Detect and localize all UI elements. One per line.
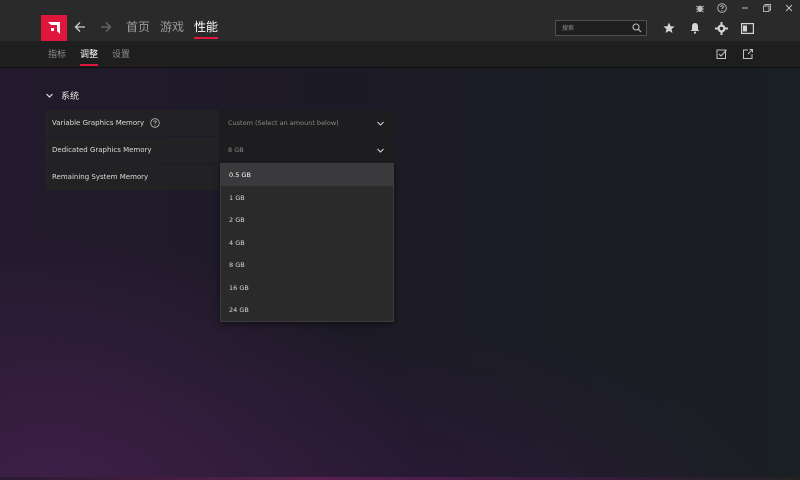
chevron-down-icon <box>46 93 53 98</box>
variable-graphics-memory-select[interactable]: Custom (Select an amount below) <box>220 110 394 136</box>
chevron-down-icon <box>377 148 384 153</box>
search-input[interactable] <box>556 21 630 35</box>
dropdown-option[interactable]: 2 GB <box>221 209 393 231</box>
dropdown-option[interactable]: 0.5 GB <box>221 164 393 186</box>
setting-row-dedicated-graphics-memory: Dedicated Graphics Memory 8 GB <box>45 137 394 163</box>
memory-dropdown-menu: 0.5 GB 1 GB 2 GB 4 GB 8 GB 16 GB 24 GB <box>220 163 394 322</box>
dropdown-option[interactable]: 8 GB <box>221 254 393 276</box>
select-value: 8 GB <box>228 146 244 154</box>
panel-icon[interactable] <box>739 20 755 36</box>
dropdown-option[interactable]: 1 GB <box>221 187 393 209</box>
dedicated-graphics-memory-select[interactable]: 8 GB <box>220 137 394 163</box>
section-header-system[interactable]: 系统 <box>45 89 80 102</box>
subtab-tuning[interactable]: 调整 <box>80 50 99 68</box>
tab-performance[interactable]: 性能 <box>194 20 219 40</box>
star-icon[interactable] <box>661 20 677 36</box>
search-icon[interactable] <box>632 23 642 33</box>
dropdown-option[interactable]: 24 GB <box>221 299 393 321</box>
dropdown-option[interactable]: 4 GB <box>221 232 393 254</box>
bell-icon[interactable] <box>687 20 703 36</box>
gear-icon[interactable] <box>713 20 729 36</box>
setting-label-cell: Dedicated Graphics Memory <box>45 137 219 163</box>
section-title: 系统 <box>61 91 80 102</box>
export-check-icon[interactable] <box>716 48 728 60</box>
setting-label-cell: Variable Graphics Memory <box>45 110 219 136</box>
tab-home[interactable]: 首页 <box>126 20 150 40</box>
setting-label-cell: Remaining System Memory <box>45 164 219 190</box>
help-icon[interactable] <box>716 2 728 14</box>
bug-icon[interactable] <box>694 2 706 14</box>
minimize-icon[interactable] <box>739 2 751 14</box>
close-icon[interactable] <box>783 2 795 14</box>
top-bar: 首页 游戏 性能 <box>0 0 800 41</box>
setting-row-variable-graphics-memory: Variable Graphics Memory Custom (Select … <box>45 110 394 136</box>
subtab-metrics[interactable]: 指标 <box>48 50 66 68</box>
setting-label: Remaining System Memory <box>52 173 149 181</box>
search-box[interactable] <box>555 20 647 36</box>
dropdown-option[interactable]: 16 GB <box>221 277 393 299</box>
setting-label: Variable Graphics Memory <box>52 119 145 127</box>
setting-label: Dedicated Graphics Memory <box>52 146 152 154</box>
amd-logo-icon[interactable] <box>41 15 67 41</box>
restore-icon[interactable] <box>761 2 773 14</box>
tab-games[interactable]: 游戏 <box>160 20 184 40</box>
help-icon[interactable] <box>150 118 160 128</box>
back-arrow-icon[interactable] <box>71 18 89 36</box>
chevron-down-icon <box>377 121 384 126</box>
sub-tab-bar: 指标 调整 设置 <box>0 41 800 68</box>
subtab-settings[interactable]: 设置 <box>112 50 130 68</box>
share-export-icon[interactable] <box>742 48 754 60</box>
select-value: Custom (Select an amount below) <box>228 119 339 127</box>
forward-arrow-icon[interactable] <box>97 18 115 36</box>
